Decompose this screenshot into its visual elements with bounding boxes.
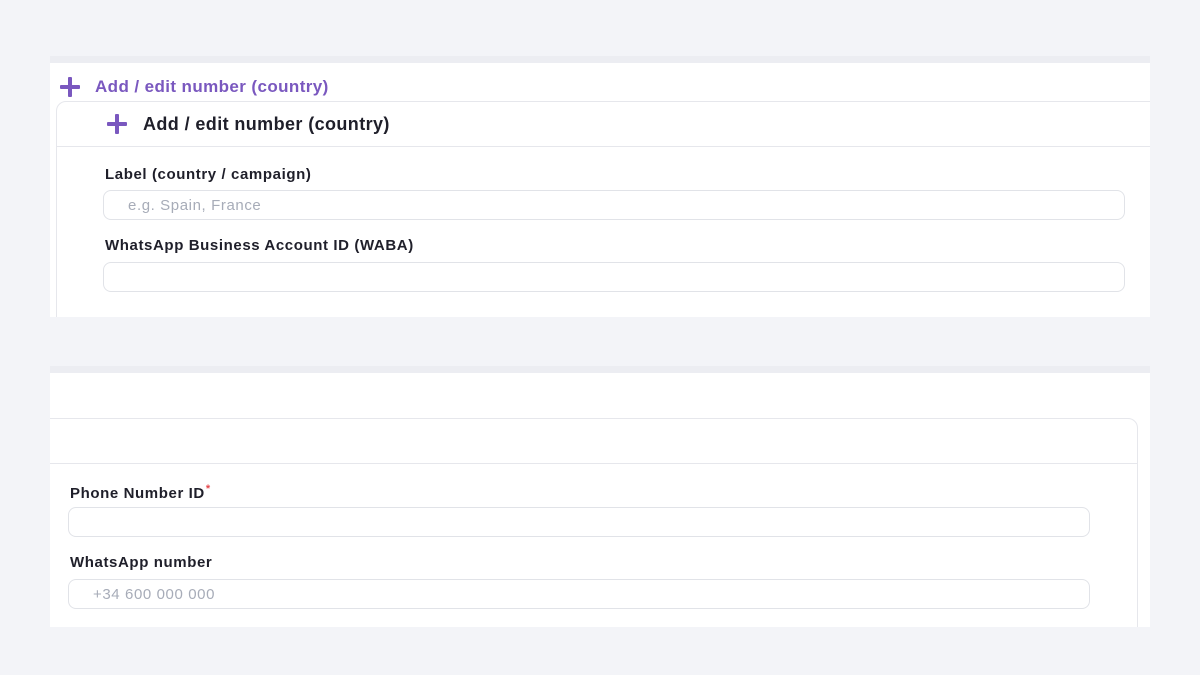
label-field-label: Label (country / campaign): [105, 166, 312, 183]
label-input[interactable]: [103, 190, 1125, 220]
card-header: [50, 419, 1137, 464]
phone-number-id-label: Phone Number ID*: [70, 483, 211, 502]
waba-id-input[interactable]: [103, 262, 1125, 292]
waba-field-label: WhatsApp Business Account ID (WABA): [105, 237, 414, 254]
required-marker: *: [205, 483, 211, 495]
whatsapp-number-label: WhatsApp number: [70, 554, 213, 571]
plus-icon: [107, 114, 127, 134]
phone-number-id-input[interactable]: [68, 507, 1090, 537]
bottom-panel: Phone Number ID* WhatsApp number: [50, 366, 1150, 627]
phone-number-id-label-text: Phone Number ID: [70, 485, 205, 502]
card-header: Add / edit number (country): [57, 102, 1150, 147]
add-edit-number-toggle[interactable]: Add / edit number (country): [60, 77, 329, 97]
top-panel: Add / edit number (country) Add / edit n…: [50, 56, 1150, 317]
add-edit-number-card: Add / edit number (country) Label (count…: [56, 101, 1150, 317]
whatsapp-number-input[interactable]: [68, 579, 1090, 609]
summary-title: Add / edit number (country): [95, 77, 329, 96]
card-title: Add / edit number (country): [143, 113, 390, 134]
plus-icon: [60, 77, 80, 97]
